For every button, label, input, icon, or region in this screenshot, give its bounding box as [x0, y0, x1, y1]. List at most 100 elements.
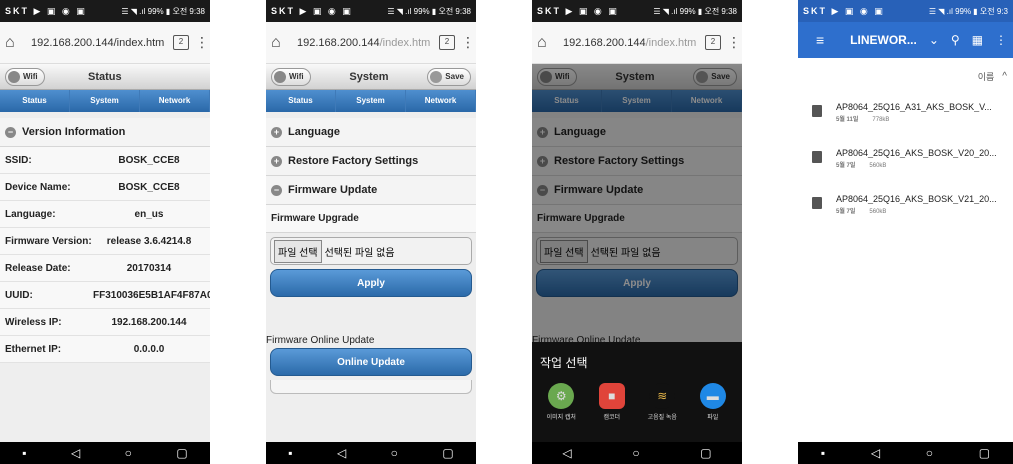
save-button[interactable]: Save	[427, 67, 471, 86]
status-bar-right: ☰ ◥ .ıl 99% ▮ 오전 9:38	[653, 6, 737, 16]
tab-count-icon[interactable]: 2	[439, 35, 455, 50]
browser-url-bar: ⌂ 192.168.200.144/index.htm 2 ⋮	[0, 22, 210, 64]
back-icon[interactable]: ◁	[337, 446, 346, 460]
url-field[interactable]: 192.168.200.144/index.htm	[31, 37, 167, 49]
app-label: 이미지 캡처	[546, 415, 576, 421]
app-image-capture[interactable]: ⚙ 이미지 캡처	[540, 383, 582, 421]
camera-settings-icon: ⚙	[548, 383, 575, 409]
list-item[interactable]: AP8064_25Q16_AKS_BOSK_V21_20... 5월 7일 560…	[798, 186, 1013, 232]
home-icon[interactable]: ⌂	[271, 34, 293, 52]
info-row: Firmware Version: release 3.6.4214.8	[0, 228, 210, 255]
status-bar-left: SKT ▶ ▣ ◉ ▣	[271, 5, 353, 16]
tab-network[interactable]: Network	[140, 90, 210, 112]
row-key: SSID:	[5, 154, 32, 166]
app-voice-recorder[interactable]: ≋ 고음질 녹음	[641, 383, 683, 421]
wifi-button[interactable]: Wifi	[5, 67, 45, 86]
row-value: release 3.6.4214.8	[106, 235, 192, 247]
online-update-button[interactable]: Online Update	[270, 348, 472, 376]
tab-system[interactable]: System	[336, 90, 406, 112]
app-camcorder[interactable]: ■ 캠코더	[591, 383, 633, 421]
home-button-icon[interactable]: ○	[391, 446, 398, 460]
row-key: Wireless IP:	[5, 316, 62, 328]
chevron-down-icon[interactable]: ⌄	[929, 33, 939, 47]
search-icon[interactable]: ⚲	[951, 33, 960, 47]
recent-apps-icon[interactable]: ▢	[176, 446, 187, 460]
url-field[interactable]: 192.168.200.144/index.htm	[563, 37, 699, 49]
app-label: 캠코더	[603, 415, 621, 421]
wifi-dot-icon	[8, 70, 20, 83]
tab-status[interactable]: Status	[0, 90, 70, 112]
recent-apps-icon[interactable]: ▢	[700, 446, 711, 460]
file-input[interactable]: 파일 선택 선택된 파일 없음	[270, 237, 472, 265]
file-date: 5월 7일	[836, 209, 856, 215]
row-key: Firmware Version:	[5, 235, 92, 247]
expand-icon: +	[271, 126, 282, 138]
file-size: 560kB	[869, 163, 887, 169]
menu-icon[interactable]: ≡	[816, 32, 824, 48]
url-field[interactable]: 192.168.200.144/index.htm	[297, 37, 433, 49]
file-size: 560kB	[869, 209, 887, 215]
sort-label: 이름	[977, 71, 995, 82]
tab-count-icon[interactable]: 2	[173, 35, 189, 50]
page-header: Wifi System Save	[266, 64, 476, 90]
url-host: 192.168.200.144	[297, 36, 380, 49]
wifi-button[interactable]: Wifi	[271, 67, 311, 86]
recent-apps-icon[interactable]: ▢	[442, 446, 453, 460]
home-button-icon[interactable]: ○	[125, 446, 132, 460]
url-path: /index.htm	[645, 36, 697, 49]
home-button-icon[interactable]: ○	[632, 446, 639, 460]
back-icon[interactable]: ◁	[871, 446, 880, 460]
url-path: /index.htm	[113, 36, 165, 49]
info-row: Release Date: 20170314	[0, 255, 210, 282]
section-restore-factory[interactable]: + Restore Factory Settings	[266, 147, 476, 176]
folder-title[interactable]: LINEWOR...	[850, 33, 917, 47]
section-firmware-update[interactable]: − Firmware Update	[266, 176, 476, 205]
status-bar-right: ☰ ◥ .ıl 99% ▮ 오전 9:38	[121, 6, 205, 16]
file-icon	[812, 197, 822, 209]
wifi-label: Wifi	[23, 72, 38, 81]
home-icon[interactable]: ⌂	[537, 34, 559, 52]
apply-button[interactable]: Apply	[270, 269, 472, 297]
file-size: 778kB	[872, 117, 890, 123]
expand-icon: +	[271, 155, 282, 167]
tab-system[interactable]: System	[70, 90, 140, 112]
list-item[interactable]: AP8064_25Q16_AKS_BOSK_V20_20... 5월 7일 560…	[798, 140, 1013, 186]
info-row: Device Name: BOSK_CCE8	[0, 174, 210, 201]
row-value: 20170314	[126, 262, 172, 274]
sort-bar[interactable]: 이름 ^	[798, 58, 1013, 94]
list-item[interactable]: AP8064_25Q16_A31_AKS_BOSK_V... 5월 11일 778…	[798, 94, 1013, 140]
more-menu-icon[interactable]: ⋮	[195, 34, 209, 51]
phone-action-chooser-screen: SKT ▶ ▣ ◉ ▣ ☰ ◥ .ıl 99% ▮ 오전 9:38 ⌂ 192.…	[532, 0, 742, 464]
info-row: SSID: BOSK_CCE8	[0, 147, 210, 174]
home-button-icon[interactable]: ○	[926, 446, 933, 460]
more-menu-icon[interactable]: ⋮	[461, 34, 475, 51]
app-files[interactable]: ▬ 파일	[692, 383, 734, 421]
tab-network[interactable]: Network	[406, 90, 476, 112]
status-bar-left: SKT ▶ ▣ ◉ ▣	[537, 5, 619, 16]
home-icon[interactable]: ⌂	[5, 34, 27, 52]
recent-apps-icon[interactable]: ▢	[979, 446, 990, 460]
section-language[interactable]: + Language	[266, 118, 476, 147]
tab-status[interactable]: Status	[266, 90, 336, 112]
section-version-information[interactable]: − Version Information	[0, 118, 210, 147]
choose-file-button[interactable]: 파일 선택	[274, 239, 322, 263]
section-title: Language	[288, 126, 340, 138]
row-key: Language:	[5, 208, 56, 220]
url-host: 192.168.200.144	[31, 36, 114, 49]
file-name: AP8064_25Q16_AKS_BOSK_V20_20...	[836, 148, 997, 158]
more-menu-icon[interactable]: ⋮	[727, 34, 741, 51]
android-nav-bar: ◁ ○ ▢	[532, 442, 742, 464]
back-icon[interactable]: ◁	[71, 446, 80, 460]
action-sheet: 작업 선택 ⚙ 이미지 캡처 ■ 캠코더 ≋ 고음질 녹음 ▬ 파일	[532, 342, 742, 442]
wifi-dot-icon	[274, 70, 286, 83]
file-name: AP8064_25Q16_AKS_BOSK_V21_20...	[836, 194, 997, 204]
grid-view-icon[interactable]: ▦	[972, 33, 983, 47]
dot-icon: ▪	[22, 446, 27, 460]
waveform-icon: ≋	[649, 383, 676, 409]
back-icon[interactable]: ◁	[562, 446, 571, 460]
file-date: 5월 7일	[836, 163, 856, 169]
page-title: Status	[87, 70, 122, 83]
more-menu-icon[interactable]: ⋮	[995, 33, 1007, 47]
tab-count-icon[interactable]: 2	[705, 35, 721, 50]
android-nav-bar: ▪ ◁ ○ ▢	[798, 442, 1013, 464]
